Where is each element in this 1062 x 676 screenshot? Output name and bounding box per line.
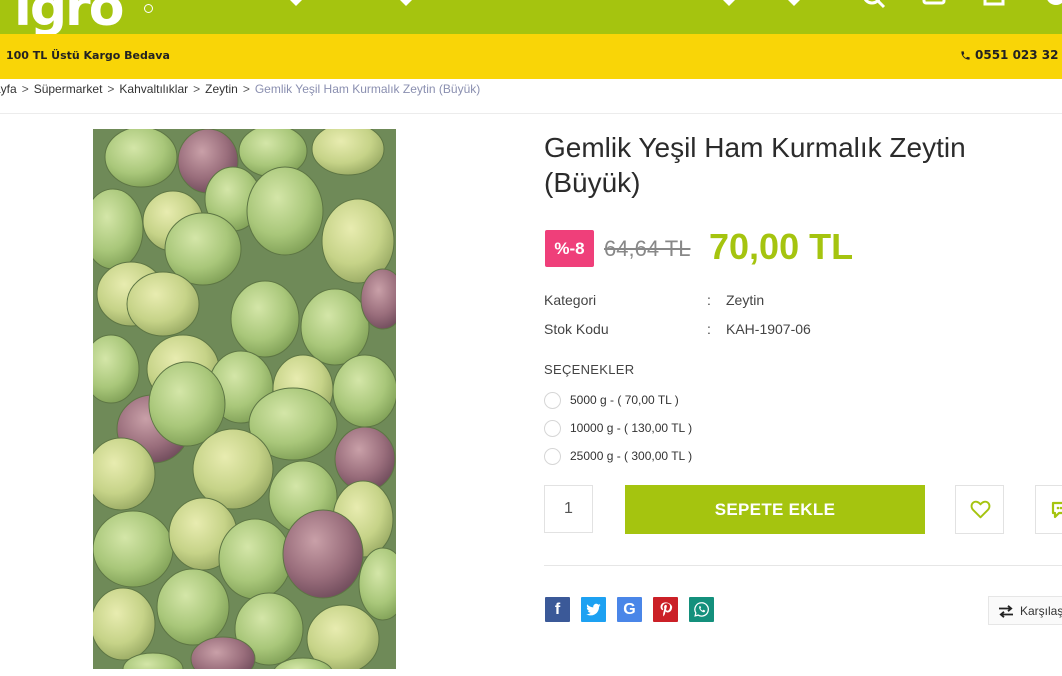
meta-colon: : — [707, 292, 711, 308]
option-radio[interactable] — [544, 448, 561, 465]
favorite-button[interactable] — [955, 485, 1004, 534]
current-price: 70,00 TL — [709, 226, 854, 267]
breadcrumb-separator: > — [193, 82, 201, 96]
meta-label: Stok Kodu — [544, 321, 609, 337]
product-title: Gemlik Yeşil Ham Kurmalık Zeytin (Büyük) — [544, 132, 966, 198]
option-label: 10000 g - ( 130,00 TL ) — [570, 421, 693, 435]
phone-contact[interactable]: 0551 023 32 4 — [960, 48, 1062, 62]
twitter-icon — [586, 603, 601, 616]
menu-caret-icon[interactable] — [784, 0, 804, 8]
top-header: igro — [0, 0, 1062, 34]
divider — [544, 565, 1062, 566]
compare-label: Karşılaş — [1020, 604, 1062, 618]
breadcrumb-home[interactable]: ayfa — [0, 82, 17, 96]
meta-label: Kategori — [544, 292, 597, 308]
phone-number: 0551 023 32 4 — [975, 48, 1062, 62]
share-pinterest-button[interactable] — [653, 597, 678, 622]
breadcrumb-separator: > — [21, 82, 29, 96]
meta-category: Kategori : Zeytin — [544, 292, 764, 308]
site-logo[interactable]: igro — [14, 0, 124, 34]
cart-icon[interactable] — [982, 0, 1006, 8]
divider — [0, 113, 1062, 114]
breadcrumb-olives[interactable]: Zeytin — [205, 82, 238, 96]
account-icon[interactable] — [1042, 0, 1062, 8]
option-label: 5000 g - ( 70,00 TL ) — [570, 393, 679, 407]
breadcrumb-separator: > — [107, 82, 115, 96]
breadcrumb-current: Gemlik Yeşil Ham Kurmalık Zeytin (Büyük) — [254, 82, 481, 96]
breadcrumb-supermarket[interactable]: Süpermarket — [34, 82, 103, 96]
options-title: SEÇENEKLER — [544, 362, 635, 377]
add-to-cart-button[interactable]: SEPETE EKLE — [625, 485, 925, 534]
breadcrumb: ayfa > Süpermarket > Kahvaltılıklar > Zeytin > G… — [0, 82, 480, 96]
quantity-input[interactable] — [544, 485, 593, 533]
old-price: 64,64 TL — [604, 236, 691, 261]
breadcrumb-separator: > — [242, 82, 250, 96]
option-label: 25000 g - ( 300,00 TL ) — [570, 449, 693, 463]
pinterest-icon — [660, 602, 673, 617]
free-shipping-text: 100 TL Üstü Kargo Bedava — [6, 49, 170, 62]
compare-button[interactable]: Karşılaş — [988, 596, 1062, 625]
compare-icon — [999, 605, 1013, 618]
meta-stock-code: Stok Kodu : KAH-1907-06 — [544, 321, 811, 337]
meta-colon: : — [707, 321, 711, 337]
ask-question-button[interactable] — [1035, 485, 1062, 534]
chat-icon — [1051, 501, 1062, 519]
share-twitter-button[interactable] — [581, 597, 606, 622]
whatsapp-icon — [694, 602, 709, 617]
discount-badge: %-8 — [545, 230, 594, 267]
product-image[interactable] — [93, 129, 396, 669]
breadcrumb-breakfast[interactable]: Kahvaltılıklar — [119, 82, 188, 96]
menu-caret-icon[interactable] — [396, 0, 416, 8]
heart-icon — [970, 500, 991, 519]
user-icon[interactable] — [922, 0, 946, 8]
menu-caret-icon[interactable] — [719, 0, 739, 8]
google-icon: G — [623, 601, 636, 618]
category-link[interactable]: Zeytin — [726, 292, 764, 308]
share-facebook-button[interactable]: f — [545, 597, 570, 622]
search-icon[interactable] — [862, 0, 888, 9]
registered-mark-icon — [144, 4, 153, 13]
facebook-icon: f — [554, 601, 561, 618]
menu-caret-icon[interactable] — [286, 0, 306, 8]
option-radio[interactable] — [544, 420, 561, 437]
share-whatsapp-button[interactable] — [689, 597, 714, 622]
option-radio[interactable] — [544, 392, 561, 409]
stock-code-value: KAH-1907-06 — [726, 321, 811, 337]
promo-bar: 100 TL Üstü Kargo Bedava 0551 023 32 4 — [0, 34, 1062, 79]
phone-icon — [961, 51, 970, 60]
share-google-button[interactable]: G — [617, 597, 642, 622]
